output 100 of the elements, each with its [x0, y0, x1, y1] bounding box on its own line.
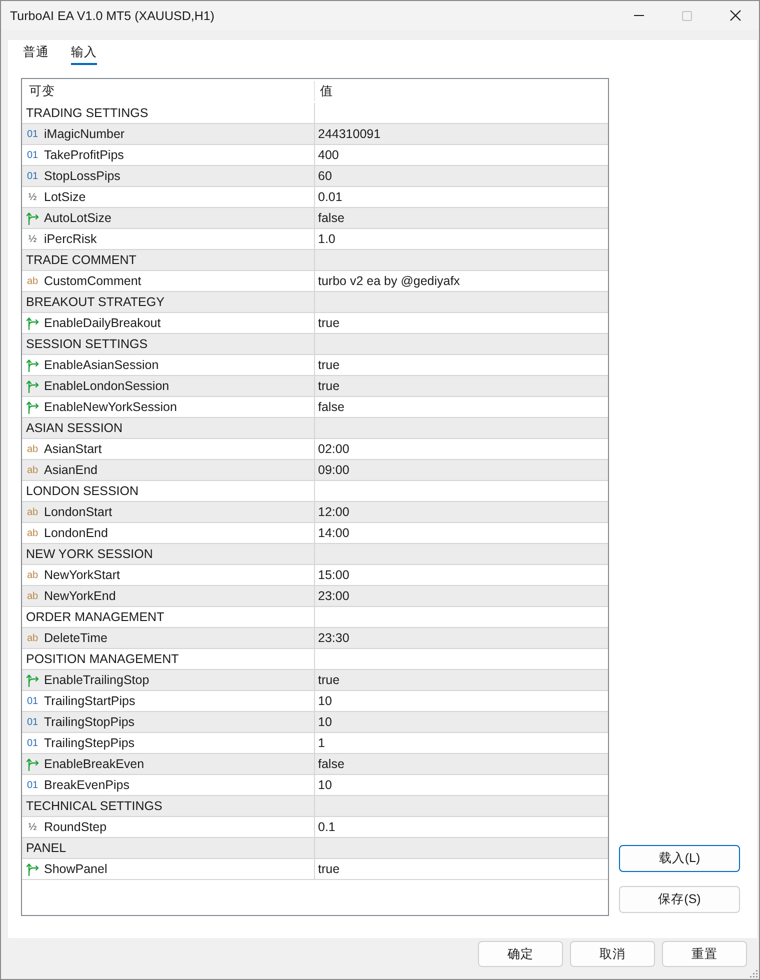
text-type-icon: ab — [26, 464, 39, 476]
parameter-row[interactable]: AutoLotSize false — [22, 208, 608, 229]
parameter-row[interactable]: ½ RoundStep 0.1 — [22, 817, 608, 838]
parameter-value[interactable]: 10 — [318, 694, 332, 708]
parameter-value[interactable]: true — [318, 673, 340, 687]
parameter-value[interactable]: 02:00 — [318, 442, 350, 456]
parameter-row[interactable]: EnableLondonSession true — [22, 376, 608, 397]
side-button[interactable]: 保存(S) — [619, 886, 740, 913]
parameter-row[interactable]: 01 TrailingStartPips 10 — [22, 691, 608, 712]
text-type-icon: ab — [26, 506, 39, 518]
group-label: TECHNICAL SETTINGS — [26, 799, 162, 813]
parameter-row[interactable]: EnableNewYorkSession false — [22, 397, 608, 418]
parameter-row[interactable]: ½ iPercRisk 1.0 — [22, 229, 608, 250]
resize-grip-icon[interactable] — [749, 969, 758, 978]
parameter-value[interactable]: true — [318, 379, 340, 393]
tab[interactable]: 普通 — [23, 42, 49, 65]
parameter-row[interactable]: ab NewYorkStart 15:00 — [22, 565, 608, 586]
side-button[interactable]: 载入(L) — [619, 845, 740, 872]
parameter-row[interactable]: 01 iMagicNumber 244310091 — [22, 124, 608, 145]
parameter-row[interactable]: ab LondonStart 12:00 — [22, 502, 608, 523]
group-label: ORDER MANAGEMENT — [26, 610, 164, 624]
parameter-value[interactable]: 23:00 — [318, 589, 350, 603]
group-row[interactable]: TECHNICAL SETTINGS — [22, 796, 608, 817]
parameter-name: StopLossPips — [44, 169, 120, 183]
parameter-row[interactable]: ab AsianEnd 09:00 — [22, 460, 608, 481]
group-row[interactable]: LONDON SESSION — [22, 481, 608, 502]
parameter-name: TakeProfitPips — [44, 148, 124, 162]
group-row[interactable]: BREAKOUT STRATEGY — [22, 292, 608, 313]
window-title: TurboAI EA V1.0 MT5 (XAUUSD,H1) — [10, 8, 216, 22]
group-row[interactable]: ASIAN SESSION — [22, 418, 608, 439]
group-label: NEW YORK SESSION — [26, 547, 153, 561]
parameter-row[interactable]: 01 BreakEvenPips 10 — [22, 775, 608, 796]
parameter-row[interactable]: ab CustomComment turbo v2 ea by @gediyafx — [22, 271, 608, 292]
group-label: ASIAN SESSION — [26, 421, 123, 435]
group-row[interactable]: NEW YORK SESSION — [22, 544, 608, 565]
parameter-name: LotSize — [44, 190, 86, 204]
parameter-name: EnableDailyBreakout — [44, 316, 161, 330]
parameter-value[interactable]: 10 — [318, 778, 332, 792]
integer-type-icon: 01 — [26, 170, 39, 182]
parameter-name: iPercRisk — [44, 232, 97, 246]
group-row[interactable]: SESSION SETTINGS — [22, 334, 608, 355]
branch-arrow-icon — [26, 380, 39, 392]
parameter-row[interactable]: 01 TrailingStepPips 1 — [22, 733, 608, 754]
group-label: TRADING SETTINGS — [26, 106, 148, 120]
parameter-value[interactable]: 60 — [318, 169, 332, 183]
parameter-row[interactable]: ab AsianStart 02:00 — [22, 439, 608, 460]
parameter-value[interactable]: true — [318, 316, 340, 330]
group-row[interactable]: POSITION MANAGEMENT — [22, 649, 608, 670]
integer-type-icon: 01 — [26, 778, 39, 792]
group-row[interactable]: TRADING SETTINGS — [22, 103, 608, 124]
column-header[interactable]: 值 — [320, 82, 333, 100]
parameter-row[interactable]: 01 TakeProfitPips 400 — [22, 145, 608, 166]
integer-type-icon: 01 — [26, 148, 39, 162]
group-row[interactable]: TRADE COMMENT — [22, 250, 608, 271]
parameter-value[interactable]: 09:00 — [318, 463, 350, 477]
parameter-row[interactable]: 01 TrailingStopPips 10 — [22, 712, 608, 733]
parameter-row[interactable]: ab DeleteTime 23:30 — [22, 628, 608, 649]
parameter-name: CustomComment — [44, 274, 142, 288]
parameter-row[interactable]: ½ LotSize 0.01 — [22, 187, 608, 208]
dialog-button[interactable]: 取消 — [570, 941, 655, 967]
parameter-value[interactable]: 14:00 — [318, 526, 350, 540]
parameter-row[interactable]: EnableBreakEven false — [22, 754, 608, 775]
parameter-row[interactable]: EnableAsianSession true — [22, 355, 608, 376]
parameter-value[interactable]: 15:00 — [318, 568, 350, 582]
parameter-row[interactable]: EnableTrailingStop true — [22, 670, 608, 691]
parameter-value[interactable]: false — [318, 211, 344, 225]
parameter-value[interactable]: 12:00 — [318, 505, 350, 519]
parameter-value[interactable]: 0.01 — [318, 190, 342, 204]
parameter-value[interactable]: false — [318, 400, 344, 414]
parameter-value[interactable]: true — [318, 862, 340, 876]
text-type-icon: ab — [26, 568, 39, 582]
parameter-name: NewYorkStart — [44, 568, 120, 582]
branch-arrow-icon — [26, 862, 39, 876]
parameter-row[interactable]: 01 StopLossPips 60 — [22, 166, 608, 187]
parameter-row[interactable]: ab NewYorkEnd 23:00 — [22, 586, 608, 607]
group-row[interactable]: PANEL — [22, 838, 608, 859]
parameter-value[interactable]: 400 — [318, 148, 339, 162]
parameter-value[interactable]: 23:30 — [318, 631, 350, 645]
parameter-value[interactable]: 10 — [318, 715, 332, 729]
parameter-value[interactable]: 244310091 — [318, 127, 381, 141]
group-row[interactable]: ORDER MANAGEMENT — [22, 607, 608, 628]
parameter-row[interactable]: ShowPanel true — [22, 859, 608, 880]
integer-type-icon: 01 — [26, 736, 39, 750]
parameter-value[interactable]: 0.1 — [318, 820, 336, 834]
dialog-button[interactable]: 确定 — [478, 941, 563, 967]
parameter-row[interactable]: EnableDailyBreakout true — [22, 313, 608, 334]
parameter-value[interactable]: 1 — [318, 736, 325, 750]
group-label: SESSION SETTINGS — [26, 337, 148, 351]
parameter-row[interactable]: ab LondonEnd 14:00 — [22, 523, 608, 544]
parameter-value[interactable]: false — [318, 757, 344, 771]
parameter-value[interactable]: 1.0 — [318, 232, 336, 246]
parameter-name: AsianEnd — [44, 463, 98, 477]
parameter-name: NewYorkEnd — [44, 589, 116, 603]
parameter-value[interactable]: true — [318, 358, 340, 372]
parameter-value[interactable]: turbo v2 ea by @gediyafx — [318, 274, 460, 288]
tab[interactable]: 输入 — [71, 42, 97, 65]
dialog-button[interactable]: 重置 — [662, 941, 747, 967]
parameter-name: AsianStart — [44, 442, 102, 456]
parameter-name: LondonStart — [44, 505, 112, 519]
column-header[interactable]: 可变 — [29, 82, 55, 100]
